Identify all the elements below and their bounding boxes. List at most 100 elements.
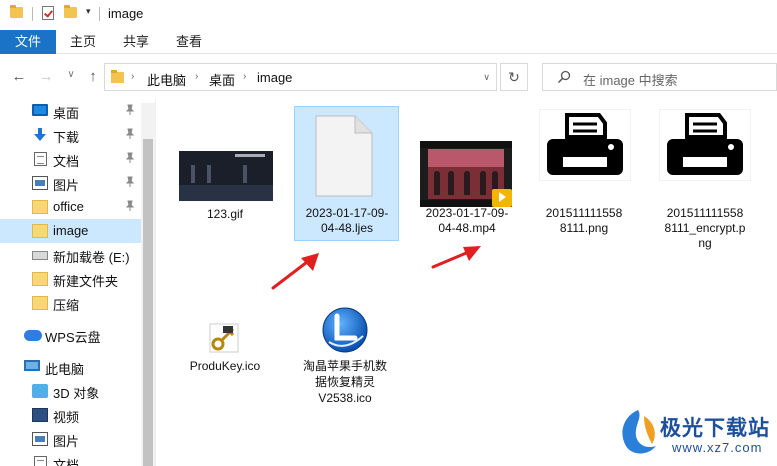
file-name-line1: 2023-01-17-09- (305, 206, 389, 220)
watermark-url: www.xz7.com (672, 440, 763, 455)
title-bar: ▾ image (0, 0, 777, 30)
refresh-button[interactable]: ↻ (500, 63, 528, 91)
sidebar-item-pictures-pc[interactable]: 图片 (0, 427, 141, 451)
pin-icon[interactable] (124, 128, 136, 140)
computer-icon (24, 360, 40, 371)
folder-icon (10, 5, 23, 18)
breadcrumb-separator[interactable]: › (243, 71, 246, 82)
sidebar-item-label: office (53, 199, 84, 214)
printer-icon (539, 109, 631, 181)
sidebar-item-label: WPS云盘 (45, 330, 101, 345)
tab-file[interactable]: 文件 (0, 30, 56, 54)
sidebar-item-label: 图片 (53, 178, 80, 193)
file-name: 123.gif (206, 207, 244, 221)
breadcrumb-this-pc[interactable]: 此电脑 (147, 70, 186, 89)
sidebar-item-label: 此电脑 (45, 362, 85, 377)
back-button[interactable]: ← (10, 68, 28, 85)
app-icon (322, 307, 368, 353)
sidebar-item-downloads[interactable]: 下载 (0, 123, 141, 147)
sidebar-item-label: 桌面 (53, 106, 80, 121)
search-icon (557, 70, 571, 84)
file-name: ProduKey.ico (189, 359, 261, 373)
player-badge-icon (492, 189, 512, 207)
search-placeholder: 在 image 中搜索 (583, 73, 678, 88)
gif-thumbnail (179, 151, 273, 201)
document-icon (34, 456, 47, 466)
new-folder-icon[interactable] (64, 5, 77, 18)
watermark-logo-icon (622, 410, 656, 454)
breadcrumb-separator[interactable]: › (195, 71, 198, 82)
file-name-line1: 201511111558 (666, 206, 744, 220)
customize-toolbar-icon[interactable]: ▾ (86, 6, 91, 17)
annotation-arrow-icon (271, 253, 319, 290)
picture-icon (32, 176, 48, 190)
folder-icon (32, 272, 48, 286)
folder-icon (32, 224, 48, 238)
search-input[interactable]: 在 image 中搜索 (542, 63, 777, 91)
file-name-line1: 201511111558 (545, 206, 623, 220)
sidebar-item-documents[interactable]: 文档 (0, 147, 141, 171)
sidebar-item-label: 图片 (53, 434, 80, 449)
breadcrumb-separator[interactable]: › (131, 71, 134, 82)
sidebar-item-videos[interactable]: 视频 (0, 403, 141, 427)
blank-file-icon (315, 115, 373, 197)
address-dropdown-button[interactable]: ∨ (483, 72, 490, 83)
sidebar-item-this-pc[interactable]: 此电脑 (0, 355, 141, 379)
drive-icon (32, 251, 48, 260)
sidebar-item-desktop[interactable]: 桌面 (0, 99, 141, 123)
sidebar-item-label: 下载 (53, 130, 80, 145)
file-name-line1: 淘晶苹果手机数 (302, 359, 387, 373)
navigation-pane: 桌面 下载 文档 图片 office image 新加载卷 (E:) 新建文件夹… (0, 99, 156, 466)
desktop-icon (32, 104, 48, 116)
document-icon (34, 152, 47, 166)
sidebar-item-wps-cloud[interactable]: WPS云盘 (0, 323, 141, 347)
breadcrumb-desktop[interactable]: 桌面 (209, 70, 235, 89)
printer-icon (659, 109, 751, 181)
up-button[interactable]: ↑ (84, 68, 102, 85)
folder-icon (32, 200, 48, 214)
sidebar-item-new-folder[interactable]: 新建文件夹 (0, 267, 141, 291)
pin-icon[interactable] (124, 152, 136, 164)
separator (99, 7, 100, 21)
pin-icon[interactable] (124, 176, 136, 188)
sidebar-item-pictures[interactable]: 图片 (0, 171, 141, 195)
sidebar-item-image[interactable]: image (0, 219, 141, 243)
sidebar-item-label: 3D 对象 (53, 386, 100, 401)
separator (32, 7, 33, 21)
folder-icon (111, 70, 124, 83)
video-icon (32, 408, 48, 422)
sidebar-item-office[interactable]: office (0, 195, 141, 219)
breadcrumb-image[interactable]: image (257, 70, 292, 85)
annotation-arrow-icon (431, 246, 481, 269)
sidebar-item-label: 文档 (53, 458, 80, 466)
cloud-icon (24, 330, 42, 341)
file-name-line3: ng (698, 236, 712, 250)
download-icon (34, 128, 46, 141)
sidebar-item-documents-pc[interactable]: 文档 (0, 451, 141, 466)
sidebar-item-label: 压缩 (53, 298, 80, 313)
sidebar-scrollbar-thumb[interactable] (143, 139, 153, 466)
tab-home[interactable]: 主页 (70, 30, 96, 54)
file-name-line2: 据恢复精灵 (314, 375, 375, 389)
file-name-line2: 8111_encrypt.p (664, 221, 746, 235)
address-bar[interactable]: › 此电脑 › 桌面 › image ∨ (104, 63, 497, 91)
sidebar-item-3d-objects[interactable]: 3D 对象 (0, 379, 141, 403)
sidebar-item-label: image (53, 223, 89, 238)
recent-locations-button[interactable]: ∨ (62, 69, 80, 80)
key-icon (209, 323, 239, 353)
file-list: 123.gif 2023-01-17-09- 04-48.ljes 2023-0… (157, 99, 777, 466)
folder-icon (32, 296, 48, 310)
forward-button[interactable]: → (37, 68, 55, 85)
sidebar-item-drive-e[interactable]: 新加载卷 (E:) (0, 243, 141, 267)
ribbon: 文件 主页 共享 查看 (0, 30, 777, 54)
pin-icon[interactable] (124, 200, 136, 212)
tab-view[interactable]: 查看 (176, 30, 202, 54)
tab-share[interactable]: 共享 (123, 30, 149, 54)
sidebar-item-compress[interactable]: 压缩 (0, 291, 141, 315)
sidebar-item-label: 文档 (53, 154, 80, 169)
file-item-ljes[interactable]: 2023-01-17-09- 04-48.ljes (294, 106, 399, 241)
file-name-line1: 2023-01-17-09- (425, 206, 509, 220)
pin-icon[interactable] (124, 104, 136, 116)
properties-icon[interactable] (42, 6, 54, 20)
picture-icon (32, 432, 48, 446)
